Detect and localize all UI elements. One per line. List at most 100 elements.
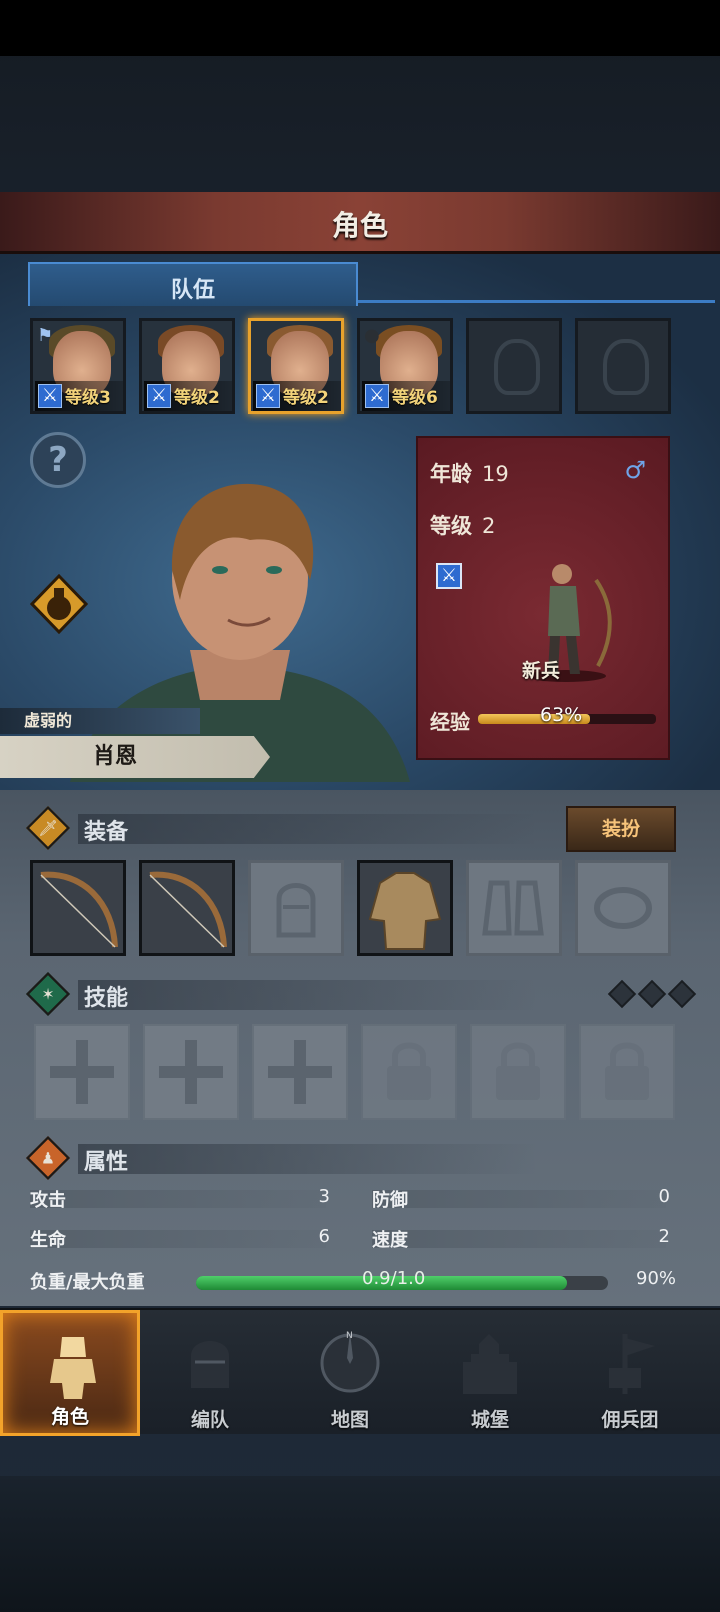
bow-icon	[149, 871, 227, 948]
knight-icon	[50, 1337, 96, 1399]
skill-slot-3[interactable]	[252, 1024, 348, 1120]
skill-slot-1[interactable]	[34, 1024, 130, 1120]
dagger-icon: 🗡	[25, 805, 71, 851]
skill-slot-locked-1[interactable]	[361, 1024, 457, 1120]
skill-slot-2[interactable]	[143, 1024, 239, 1120]
game-screen: 角色 队伍 ⚑ ⚔ 等级3 ⚔ 等级2 ⚔ 等级2 ● ⚔ 等级6 ? 虚弱的 …	[0, 0, 720, 1612]
attributes-header: ♟ 属性	[25, 1135, 688, 1181]
stat-attack-label: 攻击	[30, 1190, 66, 1211]
stat-attack-value: 3	[318, 1186, 330, 1207]
status-bar	[0, 0, 720, 56]
stat-hp-label: 生命	[30, 1230, 66, 1251]
lock-icon	[387, 1042, 431, 1100]
svg-text:N: N	[346, 1331, 353, 1341]
level-value: 2	[482, 514, 496, 538]
level-row: 等级 2	[430, 510, 495, 540]
attributes-title: 属性	[84, 1150, 129, 1175]
nav-castle-label: 城堡	[470, 1409, 509, 1431]
tunic-icon	[368, 872, 442, 950]
helmet-placeholder-icon	[276, 883, 316, 938]
stat-bar	[372, 1230, 666, 1248]
xp-percent: 63%	[540, 704, 583, 726]
level-text: 等级6	[392, 388, 438, 408]
party-slot-6-empty[interactable]	[575, 318, 671, 414]
lock-icon	[605, 1042, 649, 1100]
cross-icon	[50, 1040, 114, 1104]
nav-map-label: 地图	[330, 1409, 369, 1431]
lock-icon	[496, 1042, 540, 1100]
stat-defense-value: 0	[658, 1186, 670, 1207]
equip-slot-armor[interactable]	[357, 860, 453, 956]
stat-hp-value: 6	[318, 1226, 330, 1247]
party-portraits: ⚑ ⚔ 等级3 ⚔ 等级2 ⚔ 等级2 ● ⚔ 等级6	[30, 318, 690, 416]
sword-icon: ⚔	[436, 563, 462, 589]
equip-slot-helmet[interactable]	[248, 860, 344, 956]
stat-defense: 防御 0	[372, 1186, 670, 1212]
skill-points	[602, 979, 697, 1009]
title-banner: 角色	[0, 192, 720, 254]
equipment-title: 装备	[84, 820, 129, 845]
nav-mercenaries-label: 佣兵团	[601, 1409, 659, 1431]
party-slot-3-selected[interactable]: ⚔ 等级2	[248, 318, 344, 414]
age-label: 年龄	[430, 462, 472, 486]
party-slot-1[interactable]: ⚑ ⚔ 等级3	[30, 318, 126, 414]
level-badge: ⚔ 等级6	[362, 381, 450, 411]
stat-load-label: 负重/最大负重	[30, 1272, 145, 1293]
hero-info-card: 年龄 19 ♂ 等级 2 ⚔ 新兵 经验 63%	[416, 436, 670, 760]
cross-icon	[268, 1040, 332, 1104]
equip-slot-ring[interactable]	[575, 860, 671, 956]
skill-slot-locked-3[interactable]	[579, 1024, 675, 1120]
boots-placeholder-icon	[482, 880, 544, 936]
male-icon: ♂	[624, 456, 646, 484]
dress-up-button[interactable]: 装扮	[566, 806, 676, 852]
sword-icon: ⚔	[365, 384, 389, 408]
nav-mercenaries[interactable]: 佣兵团	[560, 1310, 700, 1436]
skill-point-icon	[607, 979, 637, 1009]
bottom-nav: 角色 编队 N 地图 城堡 佣兵团	[0, 1308, 720, 1436]
nav-map[interactable]: N 地图	[280, 1310, 420, 1436]
helmet-placeholder-icon	[603, 339, 649, 395]
skill-slot-locked-2[interactable]	[470, 1024, 566, 1120]
load-percent: 90%	[636, 1268, 677, 1289]
helmet-placeholder-icon	[494, 339, 540, 395]
leader-flag-icon: ⚑	[37, 325, 54, 346]
level-text: 等级2	[174, 388, 220, 408]
helmet-icon	[191, 1341, 229, 1388]
class-name: 新兵	[522, 660, 561, 682]
section-bar	[78, 1144, 538, 1174]
stat-bar	[30, 1230, 326, 1248]
hero-name: 肖恩	[0, 736, 270, 778]
stat-defense-label: 防御	[372, 1190, 408, 1211]
stat-speed: 速度 2	[372, 1226, 670, 1252]
equip-slot-boots[interactable]	[466, 860, 562, 956]
hero-trait: 虚弱的	[0, 708, 200, 734]
level-label: 等级	[430, 514, 472, 538]
cross-icon	[159, 1040, 223, 1104]
ring-placeholder-icon	[594, 887, 652, 929]
nav-formation[interactable]: 编队	[140, 1310, 280, 1436]
castle-icon	[463, 1334, 517, 1394]
party-slot-5-empty[interactable]	[466, 318, 562, 414]
hero-name-tag: 虚弱的 肖恩	[0, 708, 270, 778]
nav-castle[interactable]: 城堡	[420, 1310, 560, 1436]
skill-point-icon	[637, 979, 667, 1009]
star-icon: ✶	[25, 971, 71, 1017]
stat-bar	[30, 1190, 326, 1208]
party-slot-2[interactable]: ⚔ 等级2	[139, 318, 235, 414]
age-value: 19	[482, 462, 509, 486]
equip-slot-bow-2[interactable]	[139, 860, 235, 956]
stat-hp: 生命 6	[30, 1226, 330, 1252]
stat-attack: 攻击 3	[30, 1186, 330, 1212]
skills-title: 技能	[84, 986, 129, 1011]
nav-character[interactable]: 角色	[0, 1310, 140, 1436]
page-title: 角色	[331, 209, 388, 242]
age-row: 年龄 19	[430, 458, 509, 488]
party-slot-4[interactable]: ● ⚔ 等级6	[357, 318, 453, 414]
tab-team[interactable]: 队伍	[28, 262, 358, 306]
equip-slot-bow-1[interactable]	[30, 860, 126, 956]
tab-team-label: 队伍	[170, 278, 215, 303]
level-badge: ⚔ 等级2	[253, 381, 341, 411]
level-text: 等级3	[65, 388, 111, 408]
skills-header: ✶ 技能	[25, 971, 688, 1017]
sword-icon: ⚔	[256, 384, 280, 408]
